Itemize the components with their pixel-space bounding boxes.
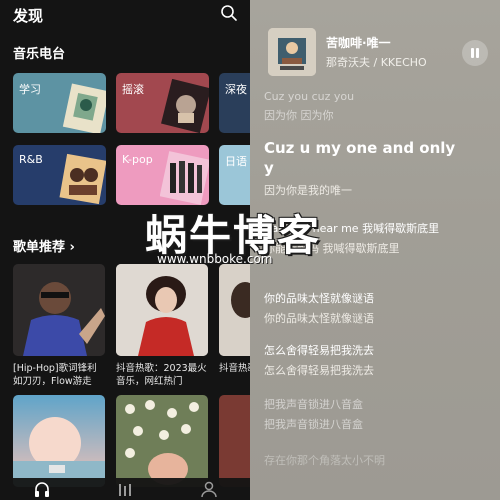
lyric-line[interactable]: 把我声音锁进八音盒 把我声音锁进八音盒 [264,396,494,432]
playlist-cover [116,395,208,487]
radio-card-label: R&B [19,153,43,166]
lyric-translation: 因为你是我的唯一 [264,184,352,197]
lyric-translation: 把我声音锁进八音盒 [264,418,363,431]
radio-art-image [161,79,209,133]
radio-card-label: 摇滚 [122,83,144,96]
lyric-original: 把我声音锁进八音盒 [264,398,363,411]
playlist-card[interactable] [219,395,250,487]
playlist-cover [219,264,250,356]
playlist-cover-art [13,395,105,487]
lyric-original: 怎么舍得轻易把我洗去 [264,344,374,357]
playlist-card[interactable]: 抖音热歌：2023最火音乐，网红热门 [116,264,208,388]
lyric-translation: 因为你 因为你 [264,109,334,122]
search-icon[interactable] [220,4,238,22]
lyric-line-active[interactable]: Cuz u my one and only y 因为你是我的唯一 [264,138,494,198]
radio-card-label: K-pop [122,153,153,166]
lyrics-pane: 苦咖啡·唯一 那奇沃夫 / KKECHO Cuz you cuz you 因为你… [250,0,500,500]
lyric-line[interactable]: 你的品味太怪就像谜语 你的品味太怪就像谜语 [264,290,494,326]
radio-card-label: 日语 [225,155,247,168]
lyric-translation: 你能听到吗 我喊得歇斯底里 [264,242,400,255]
bottom-tab-bar [0,478,250,500]
radio-card-label: 学习 [19,83,41,96]
radio-card-rock[interactable]: 摇滚 [116,73,209,133]
radio-card-late-night[interactable]: 深夜 [219,73,250,133]
lyric-original: Cuz you cuz you [264,90,355,103]
radio-art-image [59,153,106,205]
lyric-translation: 怎么舍得轻易把我洗去 [264,364,374,377]
playlist-cover-art [116,264,208,356]
playlist-cover [13,264,105,356]
lyric-line[interactable]: Can you hear me 我喊得歇斯底里 你能听到吗 我喊得歇斯底里 [264,220,494,256]
playlist-cover [13,395,105,487]
album-art-image [268,28,316,76]
headphones-icon[interactable] [33,480,51,498]
now-playing-cover[interactable] [268,28,316,76]
playlist-title: 抖音热歌：2023最火音乐，网红热门 [116,363,207,387]
song-artist[interactable]: 那奇沃夫 / KKECHO [326,54,427,70]
lyric-original: 你的品味太怪就像谜语 [264,292,374,305]
library-icon[interactable] [116,480,134,498]
playlist-section-title[interactable]: 歌单推荐 › [13,236,75,255]
radio-card-rnb[interactable]: R&B [13,145,106,205]
radio-card-label: 深夜 [225,83,247,96]
playlist-card[interactable] [116,395,208,487]
radio-card-kpop[interactable]: K-pop [116,145,209,205]
radio-card-japanese[interactable]: 日语 [219,145,250,205]
discover-pane: 发现 音乐电台 学习 摇滚 深夜 R&B K-pop 日语 歌单推荐 › [Hi… [0,0,250,500]
playlist-cover-art [13,264,105,356]
lyric-original: Cuz u my one and only y [264,139,456,177]
page-title: 发现 [13,7,44,25]
playlist-cover-art [219,264,250,356]
lyric-line[interactable]: 存在你那个角落太小不明 [264,452,494,468]
lyric-line[interactable]: 怎么舍得轻易把我洗去 怎么舍得轻易把我洗去 [264,342,494,378]
playlist-cover-art [116,395,208,487]
lyric-original: 存在你那个角落太小不明 [264,454,385,467]
lyric-original: Can you hear me 我喊得歇斯底里 [264,222,440,235]
pause-button[interactable] [462,40,488,66]
profile-icon[interactable] [200,480,218,498]
radio-art-image [160,151,209,205]
radio-section-title: 音乐电台 [13,47,66,62]
playlist-cover [219,395,250,487]
song-title: 苦咖啡·唯一 [326,36,391,50]
playlist-cover [116,264,208,356]
playlist-card[interactable]: [Hip-Hop]歌词锋利如刀刃，Flow游走于... [13,264,105,388]
playlist-title: 抖音热歌全网超 [219,363,250,374]
lyric-translation: 你的品味太怪就像谜语 [264,312,374,325]
radio-art-image [62,83,106,133]
radio-card-study[interactable]: 学习 [13,73,106,133]
playlist-card[interactable] [13,395,105,487]
playlist-card[interactable]: 抖音热歌全网超 [219,264,250,388]
playlist-title: [Hip-Hop]歌词锋利如刀刃，Flow游走于... [13,363,97,387]
lyric-line[interactable]: Cuz you cuz you 因为你 因为你 [264,90,494,123]
